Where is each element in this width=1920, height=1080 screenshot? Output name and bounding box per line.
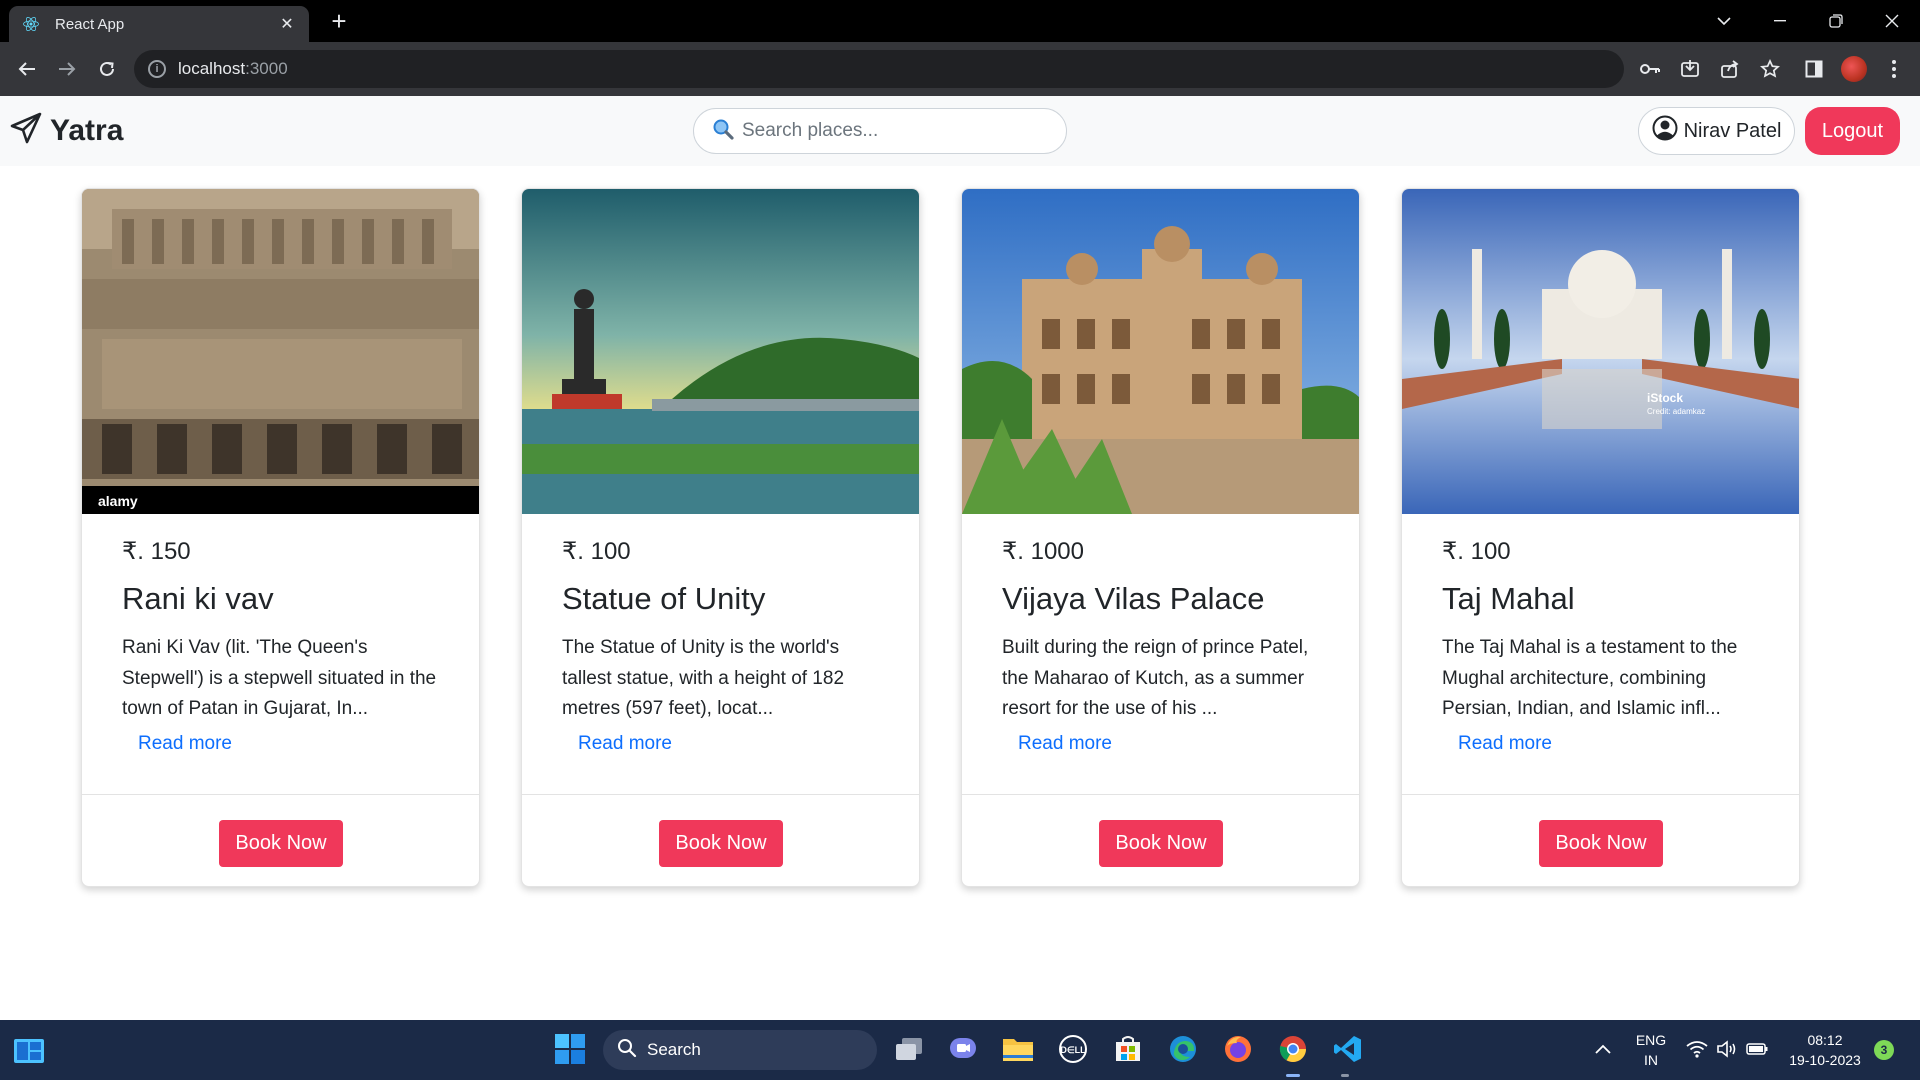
restore-button[interactable] [1808, 0, 1864, 42]
brand-name: Yatra [50, 113, 124, 147]
place-image [522, 189, 919, 514]
teams-chat-icon[interactable] [946, 1032, 980, 1066]
vscode-open-indicator [1341, 1074, 1349, 1077]
card-footer: Book Now [962, 794, 1359, 886]
clock[interactable]: 08:12 19-10-2023 [1780, 1030, 1870, 1070]
minimize-button[interactable] [1752, 0, 1808, 42]
edge-icon[interactable] [1166, 1032, 1200, 1066]
dell-icon[interactable]: D∈LL [1056, 1032, 1090, 1066]
user-circle-icon [1652, 115, 1678, 147]
place-image [962, 189, 1359, 514]
tab-title: React App [55, 15, 125, 33]
windows-taskbar: Search D∈LL ENG IN 08:12 19-10-2023 [0, 1020, 1920, 1080]
book-now-button[interactable]: Book Now [1539, 820, 1663, 867]
card-footer: Book Now [522, 794, 919, 886]
place-image: alamy [82, 189, 479, 514]
vscode-icon[interactable] [1331, 1032, 1365, 1066]
key-icon[interactable] [1630, 49, 1670, 89]
reload-icon[interactable] [87, 49, 127, 89]
search-bar[interactable] [693, 108, 1067, 154]
app-navbar: Yatra Nirav Patel Logout [0, 96, 1920, 166]
place-card: ₹. 1000 Vijaya Vilas Palace Built during… [961, 188, 1360, 887]
read-more-link[interactable]: Read more [1458, 733, 1552, 755]
place-price: ₹. 100 [1442, 538, 1511, 565]
chevron-up-icon[interactable] [1586, 1032, 1620, 1066]
bookmark-star-icon[interactable] [1750, 49, 1790, 89]
toolbar-actions [1630, 42, 1920, 96]
battery-icon[interactable] [1742, 1032, 1772, 1066]
address-bar[interactable]: i localhost:3000 [134, 50, 1624, 88]
place-description: The Taj Mahal is a testament to the Mugh… [1442, 637, 1738, 719]
microsoft-store-icon[interactable] [1111, 1032, 1145, 1066]
search-icon [617, 1038, 637, 1063]
react-icon [21, 14, 41, 34]
place-name: Rani ki vav [122, 581, 274, 616]
close-tab-icon[interactable]: ✕ [277, 14, 297, 34]
card-footer: Book Now [82, 794, 479, 886]
place-card: ₹. 100 Statue of Unity The Statue of Uni… [521, 188, 920, 887]
place-card: iStock Credit: adamkaz ₹. 100 Taj Mahal … [1401, 188, 1800, 887]
read-more-link[interactable]: Read more [1018, 733, 1112, 755]
file-explorer-icon[interactable] [1001, 1032, 1035, 1066]
logout-button[interactable]: Logout [1805, 107, 1900, 155]
chrome-active-indicator [1286, 1074, 1300, 1077]
card-footer: Book Now [1402, 794, 1799, 886]
url-text: localhost:3000 [178, 59, 288, 78]
user-name: Nirav Patel [1683, 119, 1782, 142]
brand-link[interactable]: Yatra [10, 112, 123, 149]
place-description: The Statue of Unity is the world's talle… [562, 637, 845, 719]
tab-search-icon[interactable] [1696, 0, 1752, 42]
notification-badge[interactable]: 3 [1874, 1040, 1894, 1060]
browser-toolbar: i localhost:3000 [0, 42, 1920, 96]
close-window-button[interactable] [1864, 0, 1920, 42]
book-now-button[interactable]: Book Now [659, 820, 783, 867]
alamy-watermark: alamy [98, 493, 138, 509]
wifi-icon[interactable] [1682, 1032, 1712, 1066]
istock-watermark: iStock [1647, 391, 1683, 405]
read-more-link[interactable]: Read more [138, 733, 232, 755]
taskbar-search-label: Search [647, 1040, 701, 1059]
browser-tab[interactable]: React App ✕ [9, 6, 309, 42]
chrome-icon[interactable] [1276, 1032, 1310, 1066]
book-now-button[interactable]: Book Now [219, 820, 343, 867]
firefox-icon[interactable] [1221, 1032, 1255, 1066]
paper-plane-icon [10, 112, 42, 149]
volume-icon[interactable] [1712, 1032, 1742, 1066]
new-tab-button[interactable]: + [326, 8, 352, 34]
browser-titlebar: React App ✕ + [0, 0, 1920, 42]
input-language[interactable]: ENG IN [1631, 1030, 1671, 1070]
profile-avatar[interactable] [1834, 49, 1874, 89]
svg-text:D∈LL: D∈LL [1060, 1045, 1086, 1055]
site-info-icon[interactable]: i [148, 60, 166, 78]
place-price: ₹. 1000 [1002, 538, 1084, 565]
back-icon[interactable] [7, 49, 47, 89]
side-panel-icon[interactable] [1794, 49, 1834, 89]
place-price: ₹. 150 [122, 538, 191, 565]
taskbar-search[interactable]: Search [603, 1030, 877, 1070]
widgets-icon[interactable] [14, 1039, 44, 1063]
windows-start-icon[interactable] [553, 1032, 587, 1066]
place-description: Rani Ki Vav (lit. 'The Queen's Stepwell'… [122, 637, 437, 719]
place-image: iStock Credit: adamkaz [1402, 189, 1799, 514]
magnifier-icon [712, 118, 734, 145]
search-input[interactable] [742, 120, 1042, 142]
user-profile-button[interactable]: Nirav Patel [1638, 107, 1795, 155]
place-name: Taj Mahal [1442, 581, 1575, 616]
task-view-icon[interactable] [892, 1032, 926, 1066]
share-icon[interactable] [1710, 49, 1750, 89]
kebab-menu-icon[interactable] [1874, 49, 1914, 89]
place-description: Built during the reign of prince Patel, … [1002, 637, 1309, 719]
window-controls [1696, 0, 1920, 42]
book-now-button[interactable]: Book Now [1099, 820, 1223, 867]
read-more-link[interactable]: Read more [578, 733, 672, 755]
place-card: alamy ₹. 150 Rani ki vav Rani Ki Vav (li… [81, 188, 480, 887]
place-name: Vijaya Vilas Palace [1002, 581, 1265, 616]
forward-icon[interactable] [47, 49, 87, 89]
install-icon[interactable] [1670, 49, 1710, 89]
istock-credit: Credit: adamkaz [1647, 407, 1705, 416]
place-name: Statue of Unity [562, 581, 766, 616]
place-price: ₹. 100 [562, 538, 631, 565]
